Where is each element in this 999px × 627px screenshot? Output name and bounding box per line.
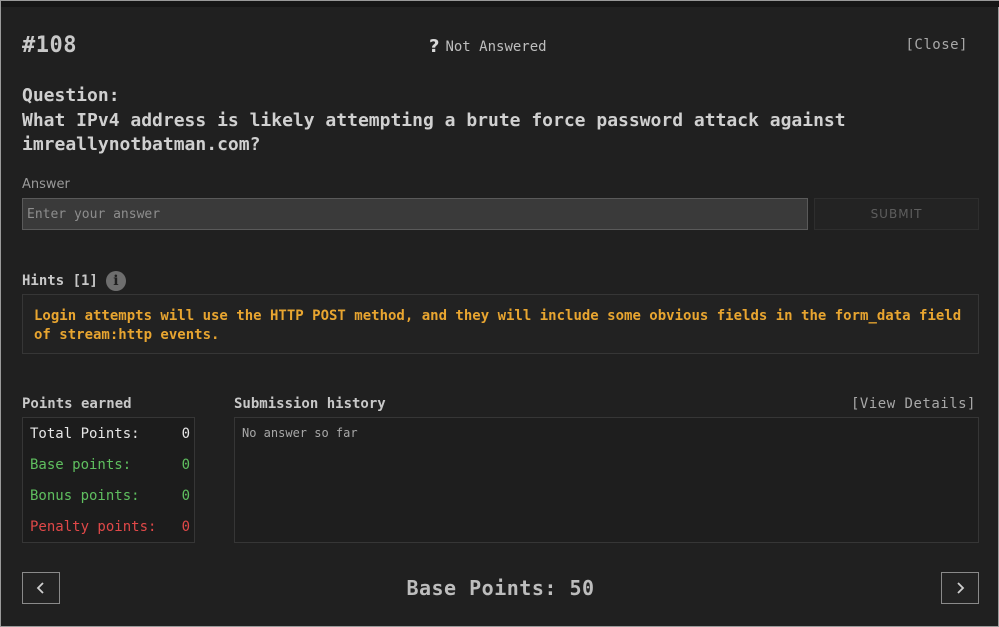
answer-input[interactable] xyxy=(22,198,808,230)
answer-status: ? Not Answered xyxy=(429,36,547,57)
question-label: Question: xyxy=(22,85,120,106)
question-number: #108 xyxy=(22,33,77,58)
penalty-points-value: 0 xyxy=(181,519,190,535)
total-points-row: Total Points: 0 xyxy=(30,426,190,442)
view-details-link[interactable]: [View Details] xyxy=(851,396,976,412)
total-points-label: Total Points: xyxy=(30,426,140,442)
bonus-points-label: Bonus points: xyxy=(30,488,140,504)
base-points-label: Base points: xyxy=(30,457,132,473)
points-box: Total Points: 0 Base points: 0 Bonus poi… xyxy=(22,417,195,543)
chevron-right-icon xyxy=(957,582,965,594)
total-points-value: 0 xyxy=(181,426,190,442)
submission-history-box: No answer so far xyxy=(234,417,979,543)
history-empty-text: No answer so far xyxy=(242,426,358,440)
hint-box: Login attempts will use the HTTP POST me… xyxy=(22,294,979,354)
question-text: What IPv4 address is likely attempting a… xyxy=(22,110,846,155)
base-points-row: Base points: 0 xyxy=(30,457,190,473)
status-text: Not Answered xyxy=(445,38,547,55)
hints-label: Hints [1] xyxy=(22,273,98,289)
base-points-value: 0 xyxy=(181,457,190,473)
points-earned-label: Points earned xyxy=(22,396,132,412)
top-border xyxy=(1,1,999,7)
hints-header: Hints [1] i xyxy=(22,271,126,291)
info-icon[interactable]: i xyxy=(105,271,126,291)
bonus-points-row: Bonus points: 0 xyxy=(30,488,190,504)
answer-label: Answer xyxy=(22,177,70,192)
close-button[interactable]: [Close] xyxy=(905,37,968,53)
submission-history-label: Submission history xyxy=(234,396,386,412)
base-points-footer: Base Points: 50 xyxy=(406,576,595,600)
penalty-points-label: Penalty points: xyxy=(30,519,157,535)
next-question-button[interactable] xyxy=(941,572,979,604)
hint-text: Login attempts will use the HTTP POST me… xyxy=(34,308,962,343)
question-modal: #108 ? Not Answered [Close] Question: Wh… xyxy=(0,0,999,627)
submit-button[interactable]: SUBMIT xyxy=(814,198,979,230)
question-mark-icon: ? xyxy=(429,36,440,57)
bonus-points-value: 0 xyxy=(181,488,190,504)
penalty-points-row: Penalty points: 0 xyxy=(30,519,190,535)
